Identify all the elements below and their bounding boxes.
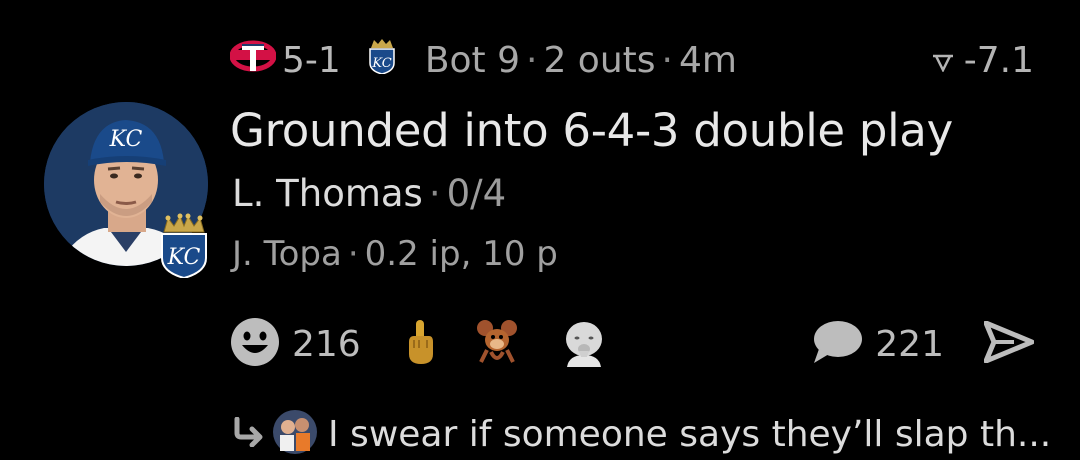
middle-finger-emoji[interactable] [405, 318, 435, 370]
royals-logo-icon: KC [160, 212, 208, 280]
game-score: 5-1 [282, 39, 341, 81]
reply-arrow-icon [232, 416, 266, 451]
win-probability-icon [932, 40, 964, 81]
cartoon-mouse-sticker[interactable] [473, 318, 521, 370]
batter-stat: 0/4 [446, 172, 507, 215]
pitcher-stat: 0.2 ip, 10 p [364, 234, 558, 274]
smile-icon[interactable] [230, 317, 280, 371]
separator-dot: · [526, 39, 538, 81]
reply-user-avatar[interactable] [272, 409, 318, 459]
batter-line: L. Thomas · 0/4 [232, 172, 506, 215]
reply-preview[interactable]: I swear if someone says they’ll slap th.… [232, 408, 1051, 460]
share-send-icon[interactable] [983, 320, 1035, 367]
win-probability[interactable]: -7.1 [932, 36, 1034, 84]
inning: Bot 9 [424, 39, 520, 81]
twins-logo-icon [229, 39, 277, 82]
separator-dot: · [347, 234, 359, 274]
comment-icon[interactable] [811, 319, 863, 369]
comment-count[interactable]: 221 [875, 324, 944, 365]
separator-dot: · [661, 39, 673, 81]
svg-text:KC: KC [371, 56, 391, 71]
win-probability-value: -7.1 [963, 39, 1034, 81]
baby-face-sticker[interactable] [559, 317, 609, 371]
separator-dot: · [428, 172, 441, 215]
batter-name[interactable]: L. Thomas [232, 172, 423, 215]
pitcher-line: J. Topa · 0.2 ip, 10 p [232, 234, 558, 274]
reactions-bar: 216 [230, 316, 647, 372]
outs: 2 outs [543, 39, 656, 81]
royals-small-logo-icon: KC [369, 38, 395, 83]
play-description[interactable]: Grounded into 6-4-3 double play [230, 104, 953, 157]
pitcher-name[interactable]: J. Topa [232, 234, 342, 274]
svg-text:KC: KC [109, 127, 143, 152]
reaction-count[interactable]: 216 [292, 324, 361, 365]
time-ago: 4m [678, 39, 737, 81]
reply-text: I swear if someone says they’ll slap th.… [328, 413, 1052, 455]
comments-area: 221 [811, 316, 1035, 372]
svg-text:KC: KC [167, 245, 201, 270]
game-status-line: 5-1 KC Bot 9 · 2 outs · 4m [229, 36, 737, 84]
